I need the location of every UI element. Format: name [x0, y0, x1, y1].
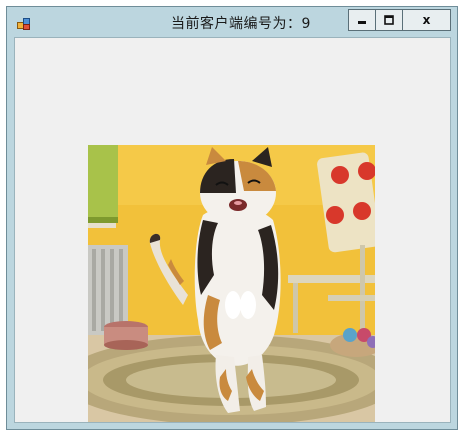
window-controls: x [348, 9, 451, 31]
cat-photo-illustration [88, 145, 375, 422]
minimize-button[interactable] [349, 10, 376, 30]
client-area [14, 37, 451, 423]
close-label: x [422, 13, 431, 27]
minimize-icon [357, 15, 367, 25]
app-window: 当前客户端编号为：9 x [6, 6, 458, 430]
close-button[interactable]: x [403, 10, 450, 30]
maximize-icon [384, 15, 394, 25]
title-bar[interactable]: 当前客户端编号为：9 x [7, 7, 457, 37]
cat-photo [88, 145, 375, 422]
maximize-button[interactable] [376, 10, 403, 30]
